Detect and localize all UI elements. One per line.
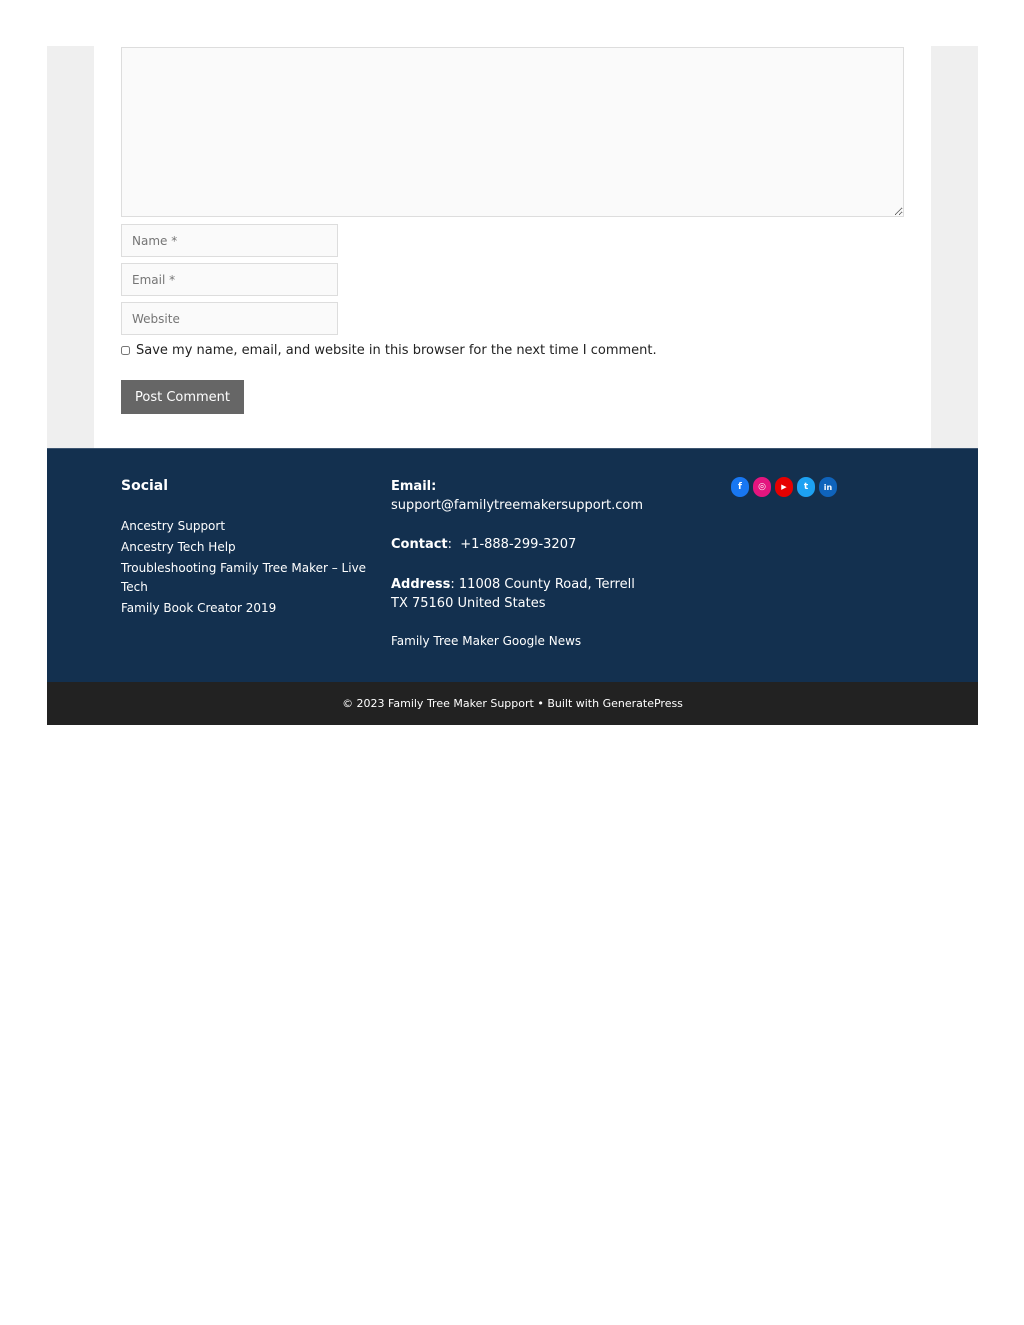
- comment-form-area: Save my name, email, and website in this…: [94, 46, 931, 448]
- address-block: Address: 11008 County Road, Terrell TX 7…: [391, 575, 635, 613]
- footer-link-ancestry-support[interactable]: Ancestry Support: [121, 517, 371, 536]
- phone-value: : +1-888-299-3207: [447, 537, 577, 552]
- phone-block: Contact: +1-888-299-3207: [391, 535, 576, 554]
- footer-widgets: Social Ancestry Support Ancestry Tech He…: [47, 448, 978, 682]
- consent-label: Save my name, email, and website in this…: [136, 343, 657, 358]
- twitter-icon[interactable]: t: [797, 477, 815, 497]
- name-input[interactable]: [121, 224, 338, 257]
- social-icons: f ◎ ▶ t in: [731, 477, 837, 497]
- contact-label: Contact: [391, 537, 448, 552]
- address-line-2: TX 75160 United States: [391, 596, 546, 611]
- website-input[interactable]: [121, 302, 338, 335]
- post-comment-button[interactable]: Post Comment: [121, 380, 244, 414]
- copyright-text: © 2023 Family Tree Maker Support • Built…: [342, 697, 683, 710]
- linkedin-icon[interactable]: in: [819, 477, 837, 497]
- email-value[interactable]: support@familytreemakersupport.com: [391, 498, 643, 513]
- consent-row[interactable]: Save my name, email, and website in this…: [121, 343, 657, 358]
- google-news-link[interactable]: Family Tree Maker Google News: [391, 634, 581, 648]
- address-line-1: : 11008 County Road, Terrell: [450, 577, 635, 592]
- email-input[interactable]: [121, 263, 338, 296]
- instagram-icon[interactable]: ◎: [753, 477, 771, 497]
- facebook-icon[interactable]: f: [731, 477, 749, 497]
- email-block: Email: support@familytreemakersupport.co…: [391, 477, 643, 515]
- comment-textarea[interactable]: [121, 47, 904, 217]
- footer-copyright-bar: © 2023 Family Tree Maker Support • Built…: [47, 682, 978, 725]
- address-label: Address: [391, 577, 451, 592]
- social-links-list: Ancestry Support Ancestry Tech Help Trou…: [121, 517, 371, 620]
- email-label: Email:: [391, 479, 437, 494]
- page-wrapper: Save my name, email, and website in this…: [47, 46, 978, 725]
- social-widget-title: Social: [121, 478, 169, 494]
- footer-link-ancestry-tech-help[interactable]: Ancestry Tech Help: [121, 538, 371, 557]
- save-info-checkbox[interactable]: [121, 346, 130, 355]
- footer-link-family-book-creator[interactable]: Family Book Creator 2019: [121, 599, 371, 618]
- footer-link-troubleshooting[interactable]: Troubleshooting Family Tree Maker – Live…: [121, 559, 371, 597]
- youtube-icon[interactable]: ▶: [775, 477, 793, 497]
